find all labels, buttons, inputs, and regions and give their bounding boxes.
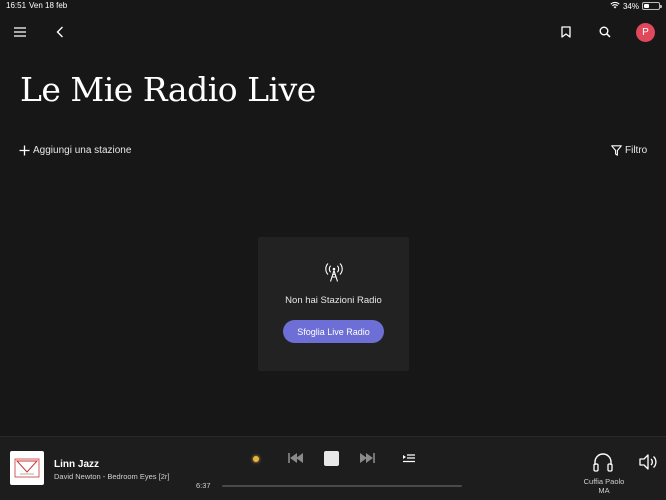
back-button[interactable]: [48, 22, 72, 42]
skip-previous-icon: [288, 453, 303, 463]
next-button[interactable]: [358, 451, 376, 465]
previous-button[interactable]: [287, 451, 305, 465]
track-info: David Newton - Bedroom Eyes [2r]: [54, 472, 170, 481]
queue-button[interactable]: [402, 451, 416, 465]
back-icon: [56, 26, 63, 38]
add-station-button[interactable]: Aggiungi una stazione: [19, 145, 131, 156]
output-device-button[interactable]: [592, 452, 614, 472]
avatar[interactable]: P: [636, 23, 655, 42]
skip-next-icon: [360, 453, 375, 463]
menu-button[interactable]: [8, 22, 32, 42]
queue-icon: [403, 454, 415, 463]
album-art[interactable]: [10, 451, 44, 485]
elapsed-time: 6:37: [196, 481, 211, 490]
battery-percent: 34%: [622, 1, 639, 11]
station-logo-icon: [14, 458, 40, 478]
search-button[interactable]: [593, 22, 617, 42]
volume-button[interactable]: [638, 453, 658, 471]
progress-bar[interactable]: [222, 485, 462, 487]
filter-label: Filtro: [625, 145, 648, 156]
volume-icon: [639, 454, 657, 470]
search-icon: [599, 26, 611, 38]
page-title: Le Mie Radio Live: [20, 70, 316, 109]
browse-live-radio-button[interactable]: Sfoglia Live Radio: [283, 320, 384, 343]
filter-icon: [611, 145, 622, 156]
status-time: 16:51: [6, 1, 27, 10]
bookmark-button[interactable]: [554, 22, 578, 42]
empty-state-card: Non hai Stazioni Radio Sfoglia Live Radi…: [258, 237, 409, 371]
add-station-label: Aggiungi una stazione: [33, 145, 132, 156]
status-indicators: 34%: [610, 1, 662, 11]
radio-tower-icon: [324, 263, 343, 282]
plus-icon: [19, 145, 30, 156]
output-device-name: Cuffia Paolo MA: [583, 477, 625, 495]
menu-icon: [14, 27, 26, 37]
station-name: Linn Jazz: [54, 459, 100, 470]
player-bar: Linn Jazz David Newton - Bedroom Eyes [2…: [0, 436, 666, 500]
wifi-icon: [610, 1, 620, 11]
headphones-icon: [593, 453, 613, 472]
stop-button[interactable]: [324, 451, 339, 466]
filter-button[interactable]: Filtro: [611, 145, 647, 156]
status-date: Ven 18 feb: [29, 1, 68, 10]
live-indicator: [253, 456, 259, 462]
battery-icon: [642, 2, 662, 10]
empty-state-message: Non hai Stazioni Radio: [285, 295, 382, 306]
bookmark-icon: [561, 26, 571, 38]
